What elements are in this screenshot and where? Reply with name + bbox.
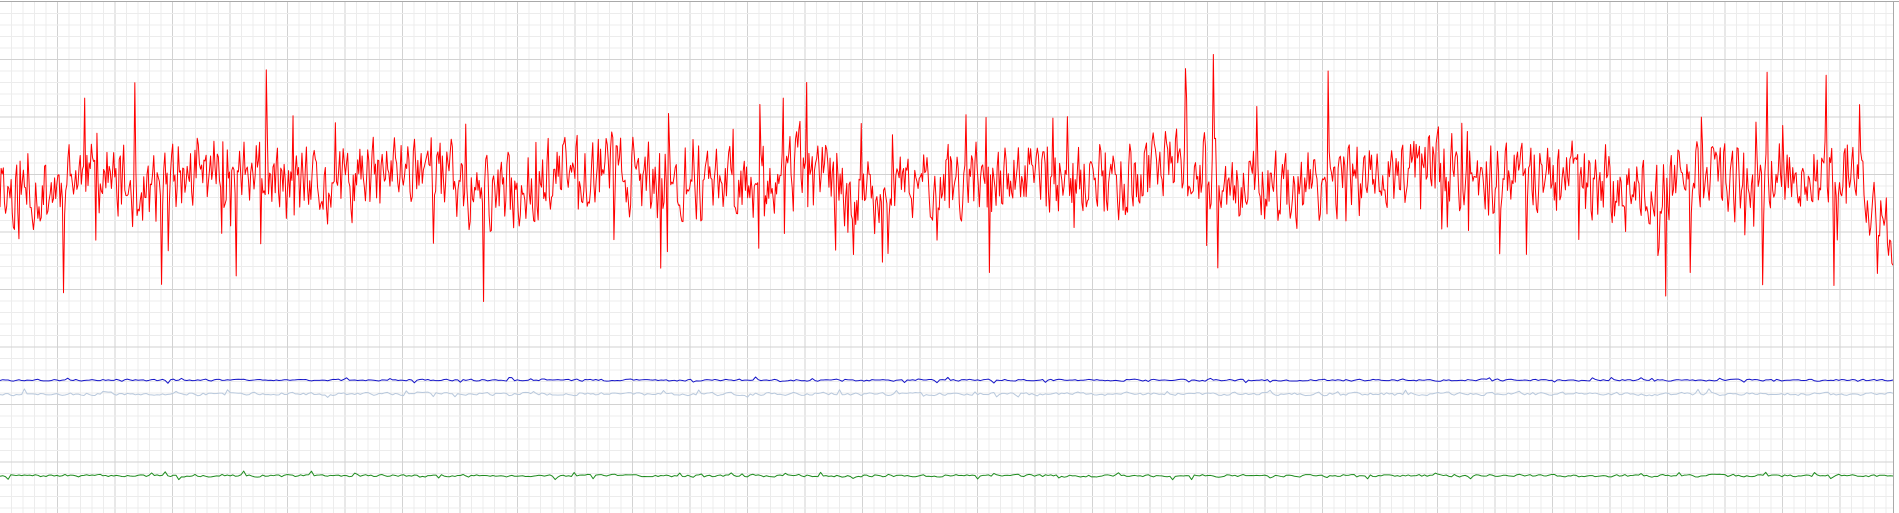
series-line-4 xyxy=(0,470,1894,481)
line-chart xyxy=(0,0,1899,513)
chart-svg xyxy=(0,1,1899,513)
series-line-1 xyxy=(0,54,1894,303)
frame-layer xyxy=(0,1,1899,513)
series-line-2 xyxy=(0,376,1894,384)
grid-layer xyxy=(0,2,1893,513)
